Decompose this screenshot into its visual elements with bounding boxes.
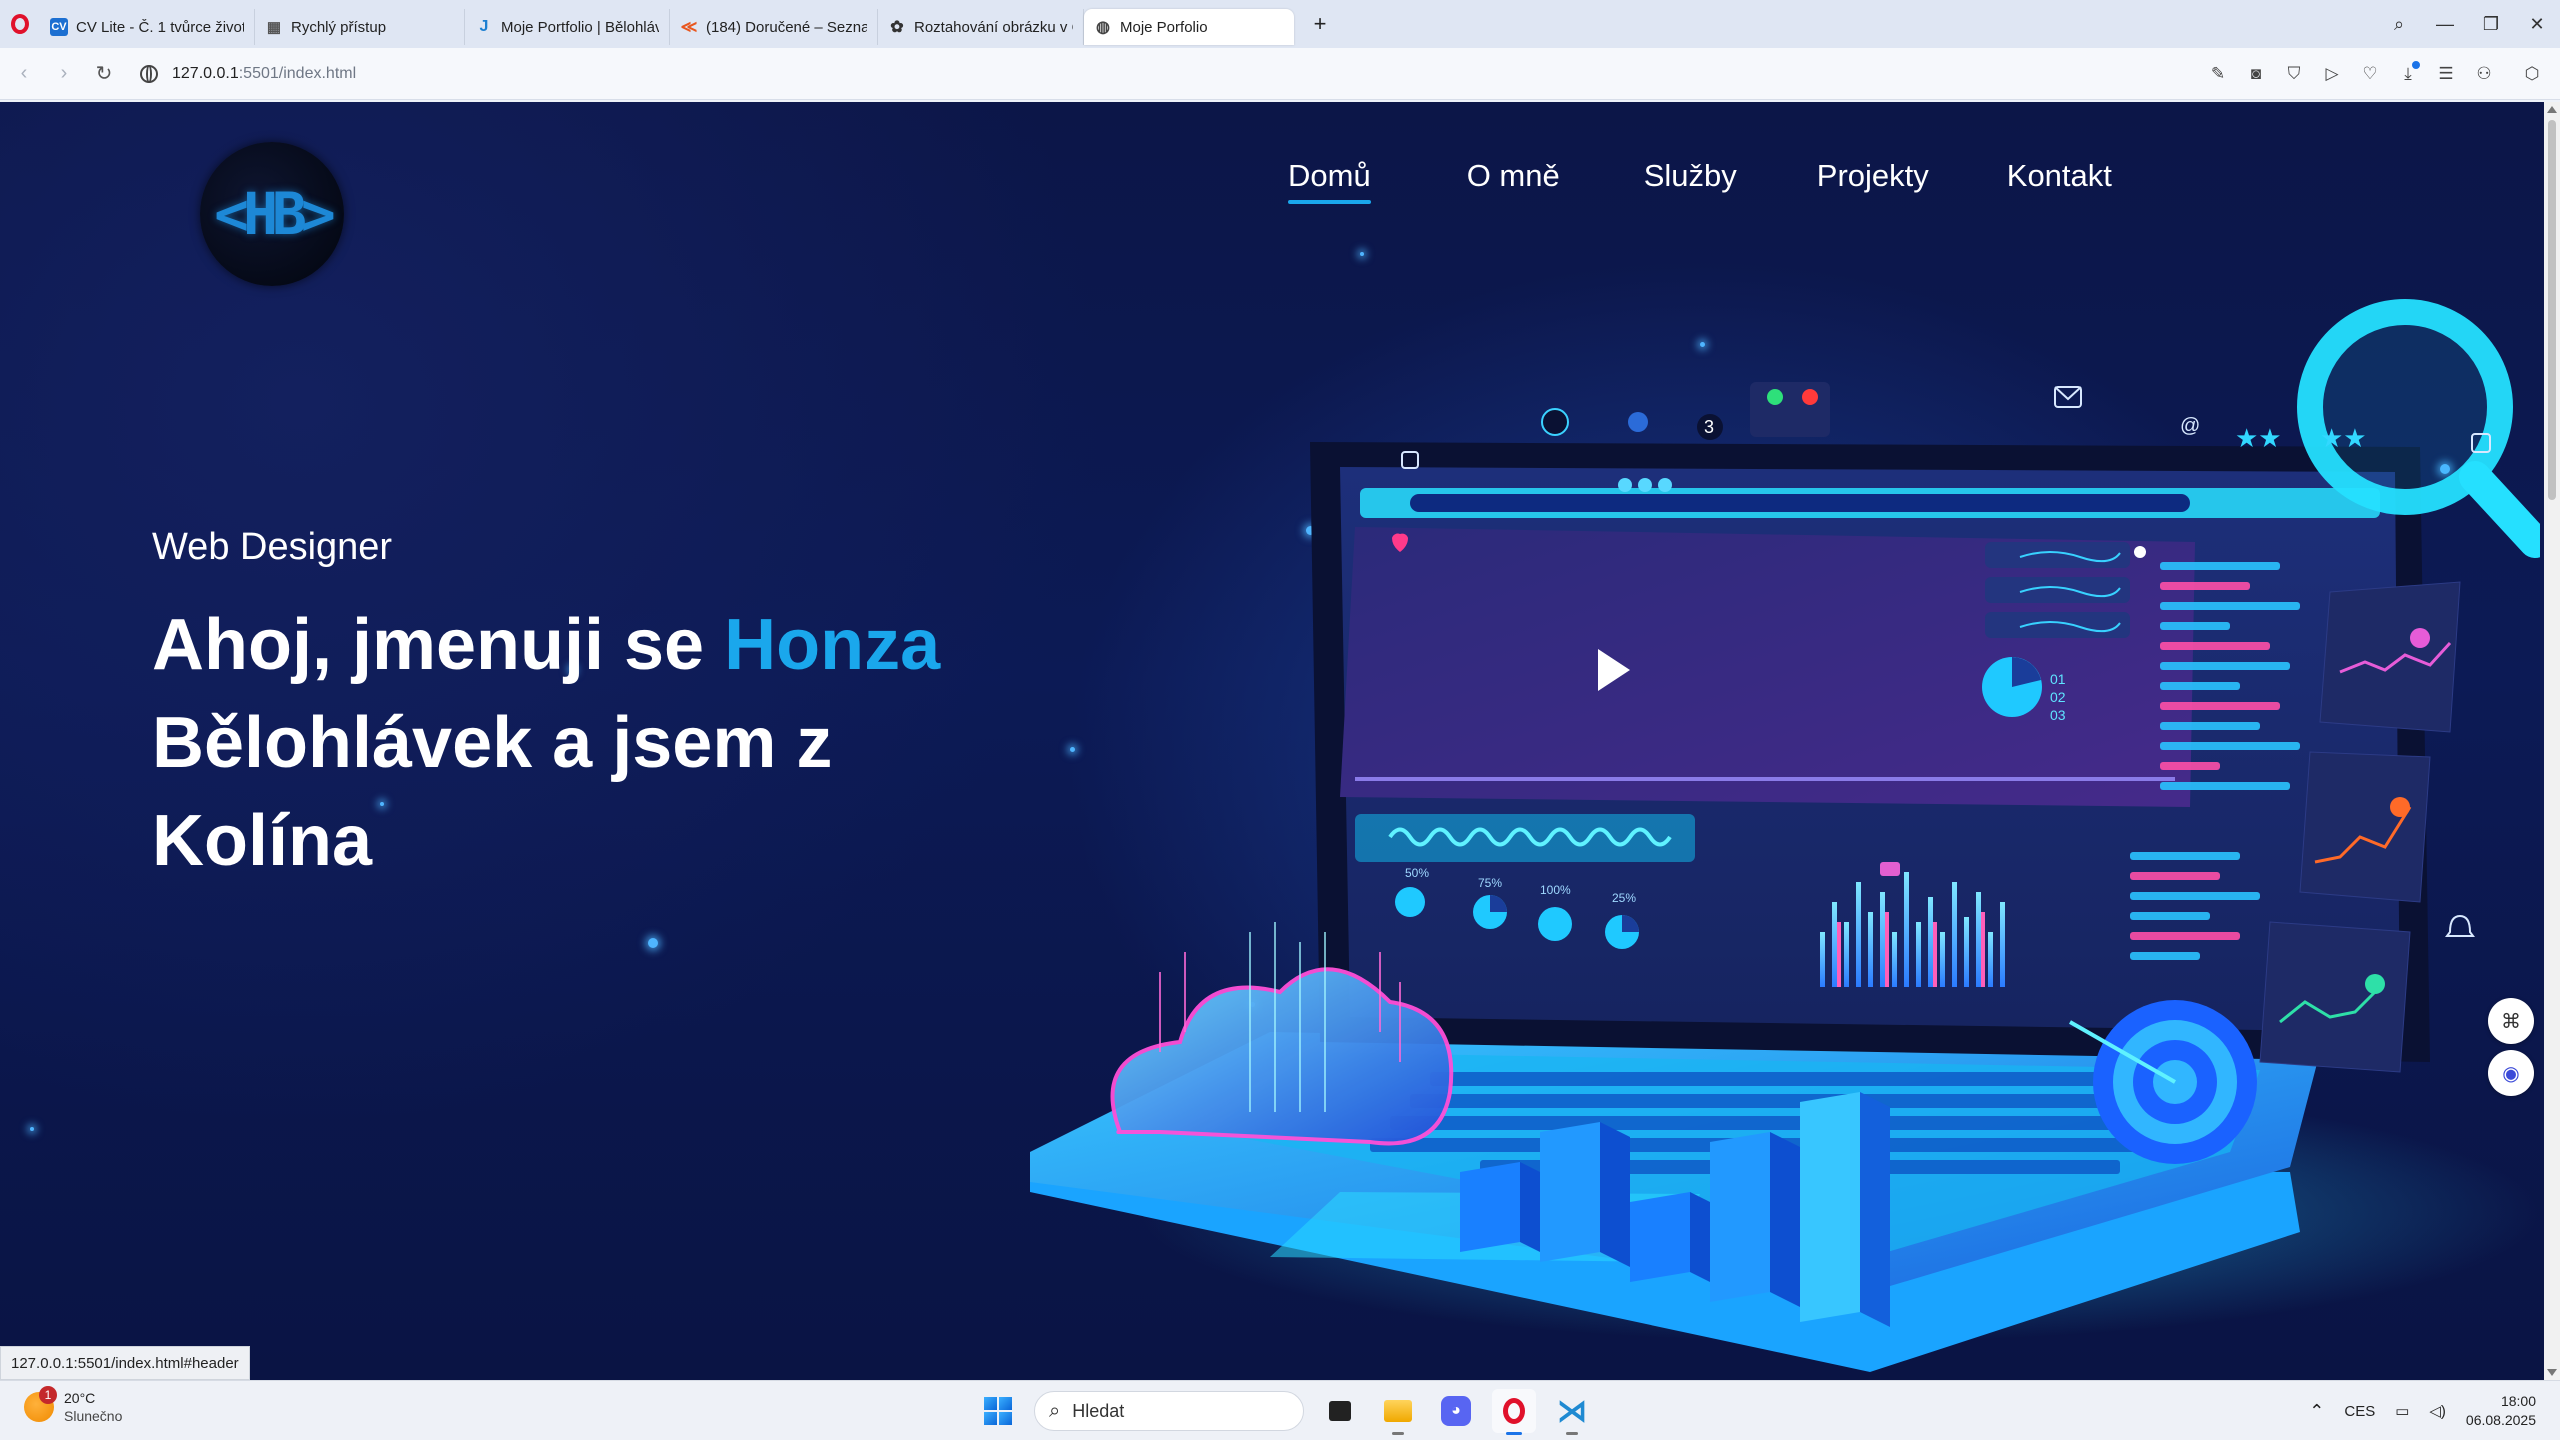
seznam-icon: ≪ — [680, 19, 698, 36]
chevron-up-icon[interactable]: ⌃ — [2309, 1401, 2324, 1422]
ai-assistant-icon[interactable]: ◉ — [2488, 1050, 2534, 1096]
svg-text:@: @ — [2180, 415, 2200, 437]
hero-title-start: Ahoj, jmenuji se — [152, 605, 725, 685]
heart-icon[interactable]: ♡ — [2354, 58, 2386, 90]
scroll-up-icon[interactable] — [2547, 106, 2557, 113]
tab-label: Roztahování obrázku v CSS — [914, 18, 1073, 36]
tab-seznam[interactable]: ≪ (184) Doručené – Seznam — [670, 9, 878, 45]
tab-quick-access[interactable]: ▦ Rychlý přístup — [255, 9, 465, 45]
search-icon: ⌕ — [1049, 1399, 1061, 1422]
opera-taskbar-icon[interactable] — [1492, 1389, 1536, 1435]
weather-temperature: 20°C — [64, 1390, 96, 1406]
input-language[interactable]: CES — [2344, 1403, 2375, 1420]
tab-moje-porfolio[interactable]: ◍ Moje Porfolio — [1084, 9, 1294, 45]
shortcut-command-icon[interactable]: ⌘ — [2488, 998, 2534, 1044]
svg-text:02: 02 — [2050, 689, 2066, 705]
svg-text:03: 03 — [2050, 707, 2066, 723]
logo-text: <HB> — [214, 180, 336, 248]
close-icon[interactable]: ✕ — [2514, 0, 2560, 48]
shield-icon[interactable]: ⛉ — [2278, 58, 2310, 90]
weather-condition: Slunečno — [64, 1408, 123, 1424]
svg-text:01: 01 — [2050, 671, 2066, 687]
svg-text:100%: 100% — [1540, 883, 1571, 897]
search-placeholder: Hledat — [1072, 1400, 1125, 1421]
scrollbar-thumb[interactable] — [2548, 120, 2556, 500]
minimize-icon[interactable]: — — [2422, 0, 2468, 48]
menu-icon[interactable]: ☰ — [2430, 58, 2462, 90]
hero-title: Ahoj, jmenuji se Honza Bělohlávek a jsem… — [152, 596, 1052, 890]
nav-link-projekty[interactable]: Projekty — [1817, 158, 1929, 204]
scroll-down-icon[interactable] — [2547, 1369, 2557, 1376]
new-tab-button[interactable]: + — [1302, 6, 1338, 42]
cv-favicon-icon: CV — [50, 18, 68, 36]
tab-portfolio[interactable]: J Moje Portfolio | Bělohlávek — [465, 9, 670, 45]
url-host: 127.0.0.1 — [172, 64, 239, 82]
page-viewport: <HB> Domů O mně Služby Projekty Kontakt … — [0, 102, 2544, 1380]
tab-strip: CV CV Lite - Č. 1 tvůrce životopisů ▦ Ry… — [0, 0, 2560, 48]
grid-icon: ▦ — [266, 19, 282, 36]
vscode-icon[interactable]: ⋊ — [1550, 1389, 1594, 1435]
nav-link-kontakt[interactable]: Kontakt — [2007, 158, 2112, 204]
network-icon[interactable]: ▭ — [2395, 1402, 2409, 1420]
nav-link-sluzby[interactable]: Služby — [1644, 158, 1737, 204]
site-logo[interactable]: <HB> — [200, 142, 344, 286]
edit-icon[interactable]: ✎ — [2202, 58, 2234, 90]
reload-icon[interactable]: ↻ — [84, 54, 124, 94]
svg-text:3: 3 — [1704, 417, 1714, 437]
taskbar-search[interactable]: ⌕ Hledat — [1034, 1391, 1304, 1431]
tab-label: Moje Porfolio — [1120, 18, 1208, 36]
start-button[interactable] — [976, 1389, 1020, 1433]
hero-title-end: Bělohlávek a jsem z Kolína — [152, 703, 833, 881]
openai-icon: ✿ — [890, 19, 904, 36]
download-icon[interactable]: ⤓ — [2392, 58, 2424, 90]
search-tabs-icon[interactable]: ⌕ — [2376, 0, 2422, 48]
tab-label: (184) Doručené – Seznam — [706, 18, 867, 36]
url-field[interactable]: 127.0.0.1:5501/index.html — [140, 64, 357, 83]
hero-title-name: Honza — [724, 605, 941, 685]
send-icon[interactable]: ▷ — [2316, 58, 2348, 90]
notification-badge: 1 — [39, 1386, 57, 1404]
sun-icon: 1 — [24, 1386, 57, 1422]
hero-subtitle: Web Designer — [152, 526, 393, 568]
j-favicon-icon: J — [479, 18, 489, 35]
svg-text:50%: 50% — [1405, 866, 1429, 880]
tab-chatgpt[interactable]: ✿ Roztahování obrázku v CSS — [878, 9, 1084, 45]
extensions-icon[interactable]: ⬡ — [2516, 58, 2548, 90]
svg-text:25%: 25% — [1612, 891, 1636, 905]
address-bar: ‹ › ↻ 127.0.0.1:5501/index.html ✎ ◙ ⛉ ▷ … — [0, 48, 2560, 100]
discord-icon[interactable]: ◕ — [1434, 1389, 1478, 1433]
globe-icon: ◍ — [1096, 19, 1110, 36]
svg-text:★★: ★★ — [2235, 423, 2282, 453]
back-icon[interactable]: ‹ — [4, 54, 44, 94]
volume-icon[interactable]: ◁) — [2429, 1402, 2446, 1420]
page-scrollbar[interactable] — [2544, 102, 2560, 1380]
laptop-dashboard-illustration: 01 02 03 75% 100% 25% 3 @ ★★ ★★ 50% — [1030, 299, 2540, 1372]
url-path: :5501/index.html — [238, 64, 357, 82]
profile-icon[interactable]: ⚇ — [2468, 58, 2500, 90]
opera-menu-icon[interactable] — [0, 0, 40, 48]
nav-link-o-mne[interactable]: O mně — [1467, 158, 1560, 204]
clock-date: 06.08.2025 — [2465, 1412, 2536, 1428]
restore-icon[interactable]: ❐ — [2468, 0, 2514, 48]
tab-label: Rychlý přístup — [291, 18, 387, 36]
tab-label: CV Lite - Č. 1 tvůrce životopisů — [76, 18, 244, 36]
forward-icon[interactable]: › — [44, 54, 84, 94]
windows-taskbar: 1 20°C Slunečno ⌕ Hledat ◕ ⋊ ⌃ CES ▭ ◁) … — [0, 1380, 2560, 1440]
main-nav: Domů O mně Služby Projekty Kontakt — [1288, 158, 2182, 204]
clock-time: 18:00 — [2500, 1393, 2536, 1409]
site-info-icon[interactable] — [140, 64, 158, 83]
nav-link-domu[interactable]: Domů — [1288, 158, 1371, 204]
clock[interactable]: 18:00 06.08.2025 — [2466, 1392, 2536, 1430]
tab-cv-lite[interactable]: CV CV Lite - Č. 1 tvůrce životopisů — [40, 9, 255, 45]
weather-widget[interactable]: 1 20°C Slunečno — [24, 1386, 123, 1425]
tab-label: Moje Portfolio | Bělohlávek — [501, 18, 659, 36]
camera-icon[interactable]: ◙ — [2240, 58, 2272, 90]
svg-text:★★: ★★ — [2320, 423, 2367, 453]
task-view-icon[interactable] — [1318, 1389, 1362, 1433]
status-url-bubble: 127.0.0.1:5501/index.html#header — [0, 1346, 250, 1380]
svg-text:75%: 75% — [1478, 876, 1502, 890]
file-explorer-icon[interactable] — [1376, 1389, 1420, 1435]
